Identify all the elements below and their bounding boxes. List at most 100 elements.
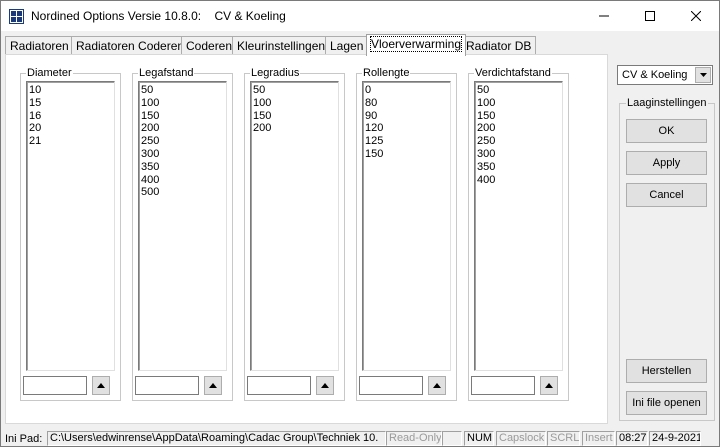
list-item[interactable]: 400 [141, 174, 224, 187]
title-bar: Nordined Options Versie 10.8.0: CV & Koe… [1, 1, 719, 31]
list-item[interactable]: 50 [253, 84, 336, 97]
list-item[interactable]: 90 [365, 110, 448, 123]
list-item[interactable]: 100 [253, 97, 336, 110]
tab-label: Radiator DB [466, 39, 532, 53]
list-item[interactable]: 50 [477, 84, 560, 97]
status-spacer [442, 431, 462, 446]
app-window: Nordined Options Versie 10.8.0: CV & Koe… [0, 0, 720, 447]
legafstand-add-button[interactable] [204, 376, 222, 395]
list-item[interactable]: 10 [29, 84, 112, 97]
list-item[interactable]: 80 [365, 97, 448, 110]
list-item[interactable]: 150 [365, 148, 448, 161]
ok-button[interactable]: OK [626, 119, 707, 143]
num-indicator: NUM [464, 431, 494, 446]
maximize-button[interactable] [627, 1, 673, 31]
list-item[interactable]: 300 [141, 148, 224, 161]
list-item[interactable]: 300 [477, 148, 560, 161]
tab-kleurinstellingen[interactable]: Kleurinstellingen [232, 36, 331, 55]
group-label: Legradius [250, 67, 301, 79]
tab-lagen[interactable]: Lagen [325, 36, 369, 55]
cancel-button[interactable]: Cancel [626, 183, 707, 207]
list-item[interactable]: 100 [141, 97, 224, 110]
list-item[interactable]: 250 [477, 135, 560, 148]
list-item[interactable]: 350 [141, 161, 224, 174]
group-verdichtafstand: Verdichtafstand 50 100 150 200 250 300 3… [468, 67, 569, 401]
rollengte-add-button[interactable] [428, 376, 446, 395]
tab-label: Vloerverwarming [369, 36, 463, 52]
list-item[interactable]: 200 [477, 122, 560, 135]
list-item[interactable]: 120 [365, 122, 448, 135]
profile-select-value: CV & Koeling [622, 69, 688, 81]
triangle-up-icon [321, 383, 329, 388]
scrl-indicator: SCRL [547, 431, 580, 446]
minimize-button[interactable] [581, 1, 627, 31]
tab-label: Lagen [330, 39, 364, 53]
list-item[interactable]: 400 [477, 174, 560, 187]
listbox-rollengte[interactable]: 0 80 90 120 125 150 [362, 81, 451, 371]
list-item[interactable]: 500 [141, 186, 224, 199]
group-label: Legafstand [138, 67, 195, 79]
group-rollengte: Rollengte 0 80 90 120 125 150 [356, 67, 457, 401]
group-legradius: Legradius 50 100 150 200 [244, 67, 345, 401]
list-item[interactable]: 20 [29, 122, 112, 135]
status-bar: Ini Pad: C:\Users\edwinrense\AppData\Roa… [1, 430, 719, 447]
list-item[interactable]: 16 [29, 110, 112, 123]
ini-path-value: C:\Users\edwinrense\AppData\Roaming\Cada… [47, 431, 386, 446]
status-date: 24-9-2021 [649, 431, 701, 446]
readonly-indicator: Read-Only [386, 431, 442, 446]
capslock-indicator: Capslock [496, 431, 546, 446]
tab-coderen[interactable]: Coderen [181, 36, 238, 55]
group-label: Laaginstellingen [626, 97, 708, 109]
listbox-verdichtafstand[interactable]: 50 100 150 200 250 300 350 400 [474, 81, 563, 371]
legradius-input[interactable] [247, 376, 311, 395]
list-item[interactable]: 100 [477, 97, 560, 110]
maximize-icon [645, 11, 655, 21]
legafstand-input[interactable] [135, 376, 199, 395]
list-item[interactable]: 200 [141, 122, 224, 135]
listbox-legradius[interactable]: 50 100 150 200 [250, 81, 339, 371]
list-item[interactable]: 350 [477, 161, 560, 174]
list-item[interactable]: 200 [253, 122, 336, 135]
apply-button[interactable]: Apply [626, 151, 707, 175]
diameter-add-button[interactable] [92, 376, 110, 395]
tab-radiatoren[interactable]: Radiatoren [5, 36, 74, 55]
tab-label: Coderen [186, 39, 233, 53]
app-grid-icon[interactable] [9, 9, 24, 24]
list-item[interactable]: 50 [141, 84, 224, 97]
ini-file-open-button[interactable]: Ini file openen [626, 391, 707, 415]
rollengte-input[interactable] [359, 376, 423, 395]
list-item[interactable]: 0 [365, 84, 448, 97]
listbox-legafstand[interactable]: 50 100 150 200 250 300 350 400 500 [138, 81, 227, 371]
close-button[interactable] [673, 1, 719, 31]
triangle-up-icon [545, 383, 553, 388]
insert-indicator: Insert [582, 431, 615, 446]
list-item[interactable]: 150 [141, 110, 224, 123]
list-item[interactable]: 15 [29, 97, 112, 110]
ini-path-label: Ini Pad: [5, 433, 43, 445]
tab-label: Radiatoren [10, 39, 69, 53]
profile-select-dropdown-button[interactable] [695, 67, 711, 83]
listbox-diameter[interactable]: 10 15 16 20 21 [26, 81, 115, 371]
profile-select[interactable]: CV & Koeling [617, 65, 713, 85]
group-diameter: Diameter 10 15 16 20 21 [20, 67, 121, 401]
tab-radiatoren-coderen[interactable]: Radiatoren Coderen [71, 36, 190, 55]
list-item[interactable]: 250 [141, 135, 224, 148]
close-icon [691, 11, 701, 21]
tab-vloerverwarming[interactable]: Vloerverwarming [366, 34, 467, 56]
herstellen-button[interactable]: Herstellen [626, 359, 707, 383]
tab-label: Kleurinstellingen [237, 39, 326, 53]
minimize-icon [599, 15, 609, 17]
verdichtafstand-add-button[interactable] [540, 376, 558, 395]
verdichtafstand-input[interactable] [471, 376, 535, 395]
group-label: Rollengte [362, 67, 411, 79]
diameter-input[interactable] [23, 376, 87, 395]
triangle-up-icon [433, 383, 441, 388]
list-item[interactable]: 150 [477, 110, 560, 123]
list-item[interactable]: 150 [253, 110, 336, 123]
list-item[interactable]: 125 [365, 135, 448, 148]
list-item[interactable]: 21 [29, 135, 112, 148]
status-time: 08:27 [616, 431, 648, 446]
legradius-add-button[interactable] [316, 376, 334, 395]
chevron-down-icon [699, 73, 707, 77]
tab-radiator-db[interactable]: Radiator DB [461, 36, 537, 55]
